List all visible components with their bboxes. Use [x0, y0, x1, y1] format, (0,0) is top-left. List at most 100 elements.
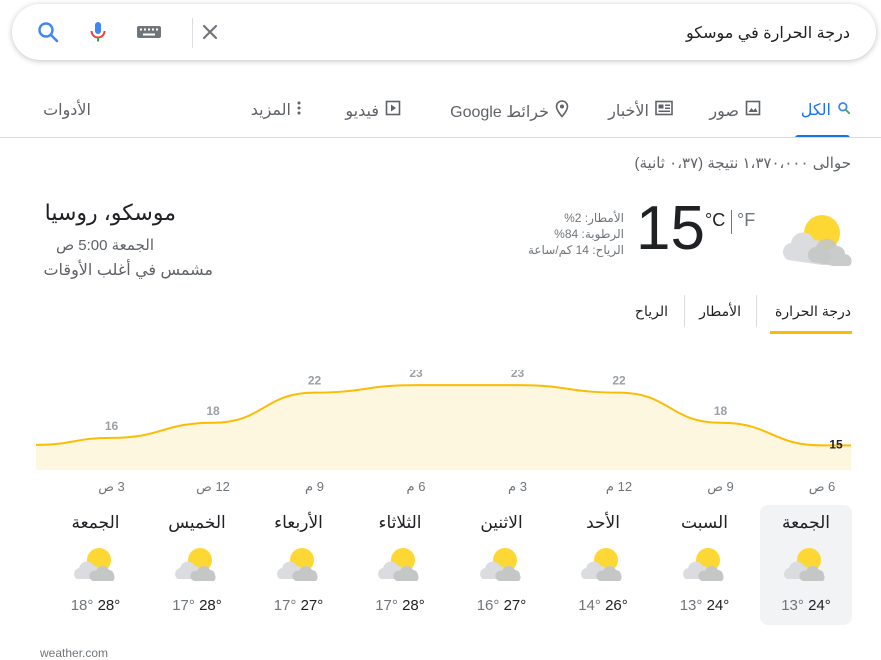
day-name: الجمعة [781, 513, 831, 532]
high-temp: 27° [503, 597, 527, 614]
unit-divider [731, 210, 732, 234]
partly-cloudy-icon [778, 210, 854, 269]
tab-news[interactable]: الأخبار [608, 100, 673, 121]
weather-condition: مشمس في أغلب الأوقات [43, 262, 213, 279]
day-temps: 14° 26° [557, 597, 649, 614]
subtab-wind[interactable]: الرياح [635, 303, 668, 320]
data-label: 15 [829, 437, 843, 451]
tab-videos[interactable]: فيديو [345, 100, 401, 121]
tab-all[interactable]: الكل [801, 100, 851, 120]
image-icon [745, 100, 761, 121]
search-input[interactable]: درجة الحرارة في موسكو [686, 23, 850, 43]
hour-label: 12 م [605, 479, 633, 494]
data-label: 16 [105, 419, 119, 433]
tab-label: الأخبار [608, 102, 649, 120]
day-name: الأربعاء [274, 513, 323, 532]
day-forecast[interactable]: الجمعة 18° 28° [50, 505, 142, 625]
result-stats: حوالى ١،٣٧٠،٠٠٠ نتيجة (٠،٣٧ ثانية) [634, 155, 852, 172]
keyboard-icon[interactable] [136, 20, 161, 44]
data-label: 22 [612, 374, 626, 388]
search-divider [192, 18, 193, 48]
tab-label: الكل [800, 102, 831, 119]
low-temp: 18° [70, 597, 94, 614]
tab-label: فيديو [345, 102, 379, 120]
precipitation-text: الأمطار: 2% [564, 211, 624, 225]
humidity-text: الرطوبة: 84% [554, 227, 624, 241]
high-temp: 24° [808, 597, 831, 614]
data-label: 22 [308, 374, 322, 388]
day-forecast[interactable]: الخميس 17° 28° [151, 505, 243, 625]
hour-label: 3 م [508, 479, 527, 494]
day-temps: 17° 28° [151, 597, 243, 614]
low-temp: 13° [679, 597, 703, 614]
high-temp: 28° [402, 597, 425, 614]
day-name: الثلاثاء [378, 513, 422, 532]
partly-cloudy-icon [174, 545, 220, 583]
weather-location: موسكو، روسيا [44, 200, 176, 225]
subtab-temperature[interactable]: درجة الحرارة [775, 303, 851, 320]
partly-cloudy-icon [479, 545, 525, 583]
active-subtab-indicator [770, 331, 852, 334]
tools-button[interactable]: الأدوات [43, 100, 91, 120]
day-temps: 13° 24° [760, 597, 852, 614]
data-label: 18 [206, 404, 220, 418]
low-temp: 16° [476, 597, 500, 614]
hour-label: 6 م [406, 479, 426, 494]
day-name: الخميس [168, 513, 226, 532]
tab-maps[interactable]: خرائط Google [450, 100, 569, 123]
subtab-precipitation[interactable]: الأمطار [699, 303, 741, 320]
clear-icon[interactable] [198, 20, 222, 44]
unit-fahrenheit[interactable]: °F [737, 210, 755, 231]
partly-cloudy-icon [276, 545, 322, 583]
current-temperature: 15 [636, 194, 705, 263]
partly-cloudy-icon [682, 545, 728, 583]
data-label: 18 [714, 404, 728, 418]
hour-label: 12 ص [196, 479, 230, 494]
day-temps: 13° 24° [659, 597, 751, 614]
data-label: 23 [409, 370, 423, 380]
hour-label: 9 ص [707, 479, 734, 494]
day-forecast[interactable]: الأحد 14° 26° [557, 505, 649, 625]
subtab-divider [756, 295, 757, 327]
partly-cloudy-icon [783, 545, 829, 583]
tab-more[interactable]: المزيد [251, 100, 301, 120]
day-forecast[interactable]: الثلاثاء 17° 28° [354, 505, 446, 625]
search-icon[interactable] [36, 20, 60, 44]
unit-celsius[interactable]: °C [705, 210, 725, 231]
day-forecast[interactable]: الاثنين 16° 27° [456, 505, 548, 625]
partly-cloudy-icon [377, 545, 423, 583]
day-forecast[interactable]: الجمعة 13° 24° [760, 505, 852, 625]
day-name: الأحد [586, 513, 620, 532]
tab-label: المزيد [250, 102, 291, 119]
tab-label: خرائط Google [450, 103, 549, 121]
weather-details: الأمطار: 2% الرطوبة: 84% الرياح: 14 كم/س… [528, 210, 624, 258]
hour-label: 3 ص [98, 479, 125, 494]
day-temps: 16° 27° [456, 597, 548, 614]
hour-label: 9 م [305, 479, 324, 494]
tab-images[interactable]: صور [709, 100, 761, 121]
weather-day-time: الجمعة 5:00 ص [55, 237, 154, 254]
microphone-icon[interactable] [86, 20, 110, 44]
high-temp: 28° [199, 597, 222, 614]
tab-label: صور [709, 102, 739, 120]
day-forecast[interactable]: الأربعاء 17° 27° [253, 505, 345, 625]
weather-source[interactable]: weather.com [40, 646, 108, 660]
more-vert-icon [297, 101, 301, 120]
data-label: 23 [511, 370, 525, 380]
news-icon [655, 100, 673, 121]
temperature-area [36, 385, 851, 470]
search-icon [837, 101, 851, 120]
low-temp: 17° [172, 597, 195, 614]
day-name: الاثنين [480, 513, 523, 532]
partly-cloudy-icon [580, 545, 626, 583]
partly-cloudy-icon [73, 545, 119, 583]
tabs-divider [0, 137, 881, 138]
day-forecast[interactable]: السبت 13° 24° [659, 505, 751, 625]
low-temp: 17° [273, 597, 297, 614]
search-bar: درجة الحرارة في موسكو [12, 4, 876, 60]
day-temps: 18° 28° [50, 597, 142, 614]
high-temp: 27° [300, 597, 324, 614]
high-temp: 24° [706, 597, 730, 614]
day-temps: 17° 28° [354, 597, 446, 614]
video-icon [385, 100, 401, 121]
